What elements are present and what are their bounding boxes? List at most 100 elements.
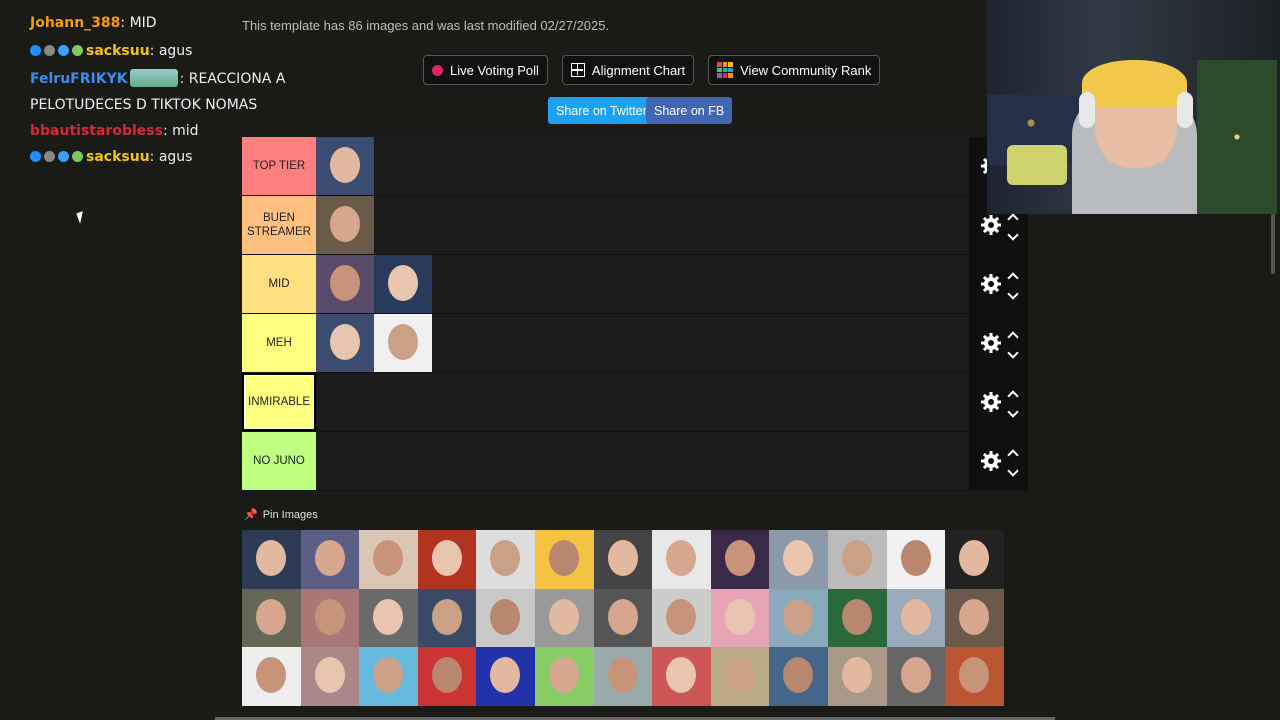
- pool-image[interactable]: [827, 530, 887, 589]
- tier-items[interactable]: [316, 373, 969, 431]
- pool-image[interactable]: [593, 647, 653, 706]
- gear-icon[interactable]: [980, 215, 1001, 235]
- pool-image[interactable]: [417, 647, 477, 706]
- tier-items[interactable]: [316, 432, 969, 490]
- pool-image[interactable]: [945, 530, 1004, 589]
- pool-image[interactable]: [593, 530, 653, 589]
- chat-username[interactable]: bbautistarobless: [30, 123, 163, 139]
- chevron-down-icon[interactable]: [1006, 346, 1019, 359]
- gear-icon[interactable]: [980, 333, 1001, 353]
- pool-image[interactable]: [476, 588, 535, 647]
- pool-image[interactable]: [769, 588, 828, 647]
- pool-image[interactable]: [886, 588, 946, 647]
- pool-image[interactable]: [534, 530, 594, 589]
- pool-image[interactable]: [652, 647, 711, 706]
- gear-icon[interactable]: [980, 392, 1001, 412]
- chevron-down-icon[interactable]: [1006, 287, 1019, 300]
- chevron-up-icon[interactable]: [1006, 271, 1019, 284]
- face-portrait: [548, 598, 579, 635]
- gear-icon[interactable]: [980, 451, 1001, 471]
- tier-label[interactable]: NO JUNO: [242, 432, 316, 490]
- chat-username[interactable]: FelruFRIKYK: [30, 71, 128, 87]
- chevron-down-icon[interactable]: [1006, 464, 1019, 477]
- pool-image[interactable]: [652, 530, 711, 589]
- tier-label[interactable]: MEH: [242, 314, 316, 372]
- tier-label[interactable]: MID: [242, 255, 316, 313]
- chevron-up-icon[interactable]: [1006, 448, 1019, 461]
- tier-item-image[interactable]: [316, 137, 374, 195]
- tier-row: NO JUNO: [242, 432, 1028, 491]
- pool-image[interactable]: [886, 530, 946, 589]
- pool-image[interactable]: [827, 647, 887, 706]
- share-twitter-button[interactable]: Share on Twitter: [548, 97, 655, 124]
- pool-image[interactable]: [710, 647, 770, 706]
- face-portrait: [548, 657, 579, 693]
- alignment-chart-button[interactable]: Alignment Chart: [561, 55, 695, 85]
- pin-images-toggle[interactable]: 📌 Pin Images: [244, 508, 318, 522]
- pool-image[interactable]: [300, 588, 360, 647]
- chevron-down-icon[interactable]: [1006, 405, 1019, 418]
- pool-image[interactable]: [886, 647, 946, 706]
- pool-image[interactable]: [593, 588, 653, 647]
- pool-image[interactable]: [242, 588, 301, 647]
- move-arrows: [1006, 330, 1019, 359]
- pool-image[interactable]: [359, 588, 418, 647]
- face-portrait: [431, 540, 462, 576]
- tier-item-image[interactable]: [316, 314, 374, 372]
- chat-badge-icon: [58, 151, 69, 162]
- pool-image[interactable]: [242, 530, 301, 589]
- tier-label[interactable]: INMIRABLE: [242, 373, 316, 431]
- pool-image[interactable]: [769, 530, 828, 589]
- grid-icon: [570, 63, 585, 77]
- chevron-up-icon[interactable]: [1006, 389, 1019, 402]
- face-portrait: [256, 540, 286, 576]
- view-community-rank-button[interactable]: View Community Rank: [708, 55, 881, 85]
- face-portrait: [490, 598, 521, 635]
- tier-items[interactable]: [316, 255, 969, 313]
- gear-icon[interactable]: [980, 274, 1001, 294]
- chat-panel: Johann_388: MID sacksuu: agus FelruFRIKYK:…: [0, 0, 285, 720]
- vertical-scrollbar[interactable]: [1271, 214, 1275, 274]
- chevron-up-icon[interactable]: [1006, 330, 1019, 343]
- tier-item-image[interactable]: [316, 196, 374, 254]
- chevron-down-icon[interactable]: [1006, 228, 1019, 241]
- pool-image[interactable]: [359, 647, 418, 706]
- tier-items[interactable]: [316, 137, 969, 195]
- live-voting-poll-button[interactable]: Live Voting Poll: [423, 55, 548, 85]
- pool-image[interactable]: [417, 530, 477, 589]
- tier-item-image[interactable]: [374, 314, 432, 372]
- pool-image[interactable]: [300, 530, 360, 589]
- pool-image[interactable]: [534, 647, 594, 706]
- pool-image[interactable]: [359, 530, 418, 589]
- chat-username[interactable]: sacksuu: [86, 149, 150, 165]
- pool-image[interactable]: [476, 530, 535, 589]
- pool-image[interactable]: [945, 647, 1004, 706]
- share-fb-button[interactable]: Share on FB: [646, 97, 733, 124]
- pool-image[interactable]: [417, 588, 477, 647]
- chat-username[interactable]: Johann_388: [30, 15, 120, 31]
- tier-items[interactable]: [316, 314, 969, 372]
- pool-image[interactable]: [710, 588, 770, 647]
- pool-image[interactable]: [242, 647, 301, 706]
- pool-image[interactable]: [769, 647, 828, 706]
- tier-row: INMIRABLE: [242, 373, 1028, 432]
- tier-label[interactable]: TOP TIER: [242, 137, 316, 195]
- pool-image[interactable]: [300, 647, 360, 706]
- chevron-up-icon[interactable]: [1006, 212, 1019, 225]
- pool-image[interactable]: [476, 647, 535, 706]
- tier-row: MID: [242, 255, 1028, 314]
- pool-image[interactable]: [652, 588, 711, 647]
- pool-image[interactable]: [827, 588, 887, 647]
- tier-item-image[interactable]: [374, 255, 432, 313]
- pool-image[interactable]: [945, 588, 1004, 647]
- face-portrait: [330, 206, 360, 242]
- image-pool: [242, 530, 1007, 706]
- tier-item-image[interactable]: [316, 255, 374, 313]
- tier-label[interactable]: BUEN STREAMER: [242, 196, 316, 254]
- pool-image[interactable]: [534, 588, 594, 647]
- template-info: This template has 86 images and was last…: [242, 18, 610, 33]
- tier-items[interactable]: [316, 196, 969, 254]
- face-portrait: [548, 540, 579, 576]
- pool-image[interactable]: [710, 530, 770, 589]
- chat-username[interactable]: sacksuu: [86, 43, 150, 59]
